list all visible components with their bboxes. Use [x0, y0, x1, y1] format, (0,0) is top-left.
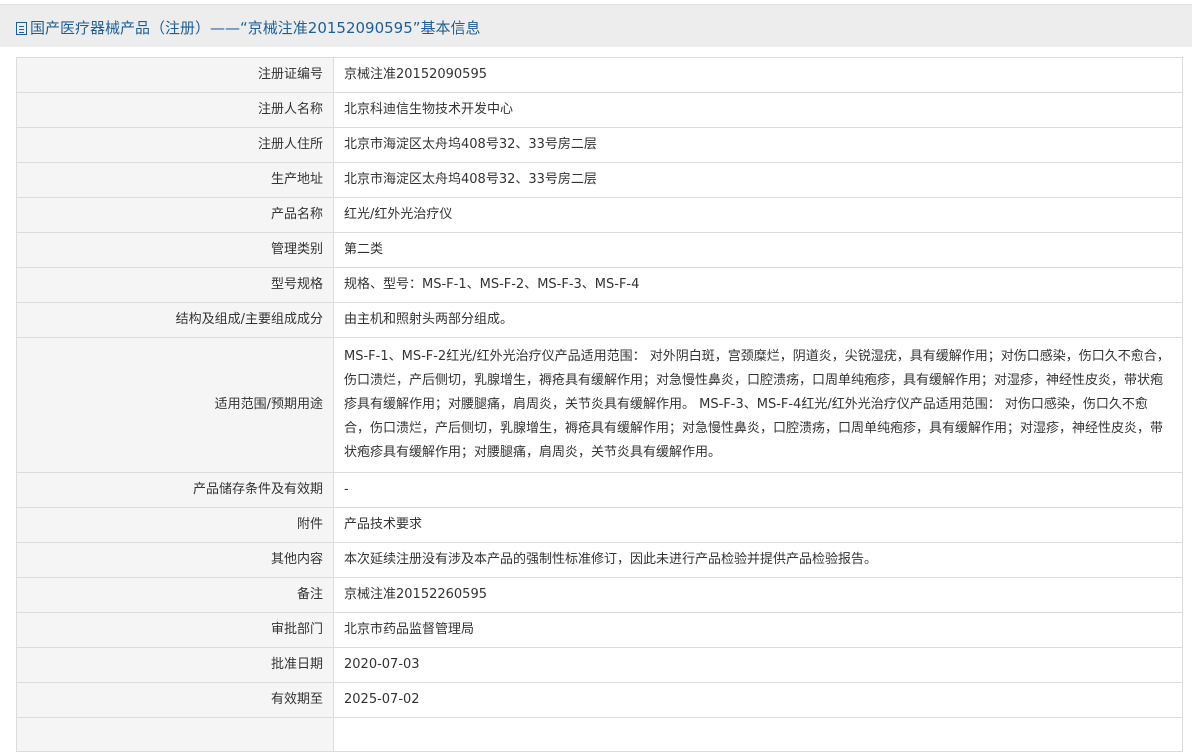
table-row: 产品名称 红光/红外光治疗仪 [16, 197, 1183, 233]
field-value: 京械注准20152090595 [333, 57, 1183, 93]
page-title-text: 国产医疗器械产品（注册）——“京械注准20152090595”基本信息 [30, 19, 481, 37]
field-label: 批准日期 [16, 647, 334, 683]
field-value: MS-F-1、MS-F-2红光/红外光治疗仪产品适用范围： 对外阴白斑，宫颈糜烂… [333, 337, 1183, 473]
field-value: 京械注准20152260595 [333, 577, 1183, 613]
table-row: 附件 产品技术要求 [16, 507, 1183, 543]
table-row: 注册人名称 北京科迪信生物技术开发中心 [16, 92, 1183, 128]
field-value: 规格、型号：MS-F-1、MS-F-2、MS-F-3、MS-F-4 [333, 267, 1183, 303]
table-row: 生产地址 北京市海淀区太舟坞408号32、33号房二层 [16, 162, 1183, 198]
field-value: 北京市海淀区太舟坞408号32、33号房二层 [333, 127, 1183, 163]
field-value: - [333, 472, 1183, 508]
field-value: 2020-07-03 [333, 647, 1183, 683]
table-row: 注册证编号 京械注准20152090595 [16, 57, 1183, 93]
table-row: 结构及组成/主要组成成分 由主机和照射头两部分组成。 [16, 302, 1183, 338]
field-label: 注册人名称 [16, 92, 334, 128]
table-row: 注册人住所 北京市海淀区太舟坞408号32、33号房二层 [16, 127, 1183, 163]
field-value: 北京市海淀区太舟坞408号32、33号房二层 [333, 162, 1183, 198]
field-label: 有效期至 [16, 682, 334, 718]
document-icon [16, 22, 27, 35]
table-row: 管理类别 第二类 [16, 232, 1183, 268]
table-row: 有效期至 2025-07-02 [16, 682, 1183, 718]
field-value [333, 717, 1183, 752]
field-label: 附件 [16, 507, 334, 543]
field-value: 第二类 [333, 232, 1183, 268]
field-label: 其他内容 [16, 542, 334, 578]
field-label: 产品储存条件及有效期 [16, 472, 334, 508]
table-row: 其他内容 本次延续注册没有涉及本产品的强制性标准修订，因此未进行产品检验并提供产品… [16, 542, 1183, 578]
table-row [16, 717, 1183, 752]
field-label: 管理类别 [16, 232, 334, 268]
field-label: 注册证编号 [16, 57, 334, 93]
field-label: 审批部门 [16, 612, 334, 648]
field-value: 红光/红外光治疗仪 [333, 197, 1183, 233]
field-label: 适用范围/预期用途 [16, 337, 334, 473]
table-row: 备注 京械注准20152260595 [16, 577, 1183, 613]
field-value: 本次延续注册没有涉及本产品的强制性标准修订，因此未进行产品检验并提供产品检验报告… [333, 542, 1183, 578]
product-info-table: 注册证编号 京械注准20152090595 注册人名称 北京科迪信生物技术开发中心 注册… [16, 57, 1183, 752]
table-row: 适用范围/预期用途 MS-F-1、MS-F-2红光/红外光治疗仪产品适用范围： 对… [16, 337, 1183, 473]
field-label [16, 717, 334, 752]
field-value: 北京市药品监督管理局 [333, 612, 1183, 648]
table-row: 批准日期 2020-07-03 [16, 647, 1183, 683]
field-label: 产品名称 [16, 197, 334, 233]
table-row: 审批部门 北京市药品监督管理局 [16, 612, 1183, 648]
page-title: 国产医疗器械产品（注册）——“京械注准20152090595”基本信息 [16, 17, 481, 38]
page-header: 国产医疗器械产品（注册）——“京械注准20152090595”基本信息 [0, 4, 1192, 47]
field-label: 备注 [16, 577, 334, 613]
table-row: 产品储存条件及有效期 - [16, 472, 1183, 508]
field-label: 型号规格 [16, 267, 334, 303]
table-row: 型号规格 规格、型号：MS-F-1、MS-F-2、MS-F-3、MS-F-4 [16, 267, 1183, 303]
field-value: 北京科迪信生物技术开发中心 [333, 92, 1183, 128]
field-label: 结构及组成/主要组成成分 [16, 302, 334, 338]
field-label: 生产地址 [16, 162, 334, 198]
field-value: 2025-07-02 [333, 682, 1183, 718]
field-label: 注册人住所 [16, 127, 334, 163]
field-value: 由主机和照射头两部分组成。 [333, 302, 1183, 338]
field-value: 产品技术要求 [333, 507, 1183, 543]
